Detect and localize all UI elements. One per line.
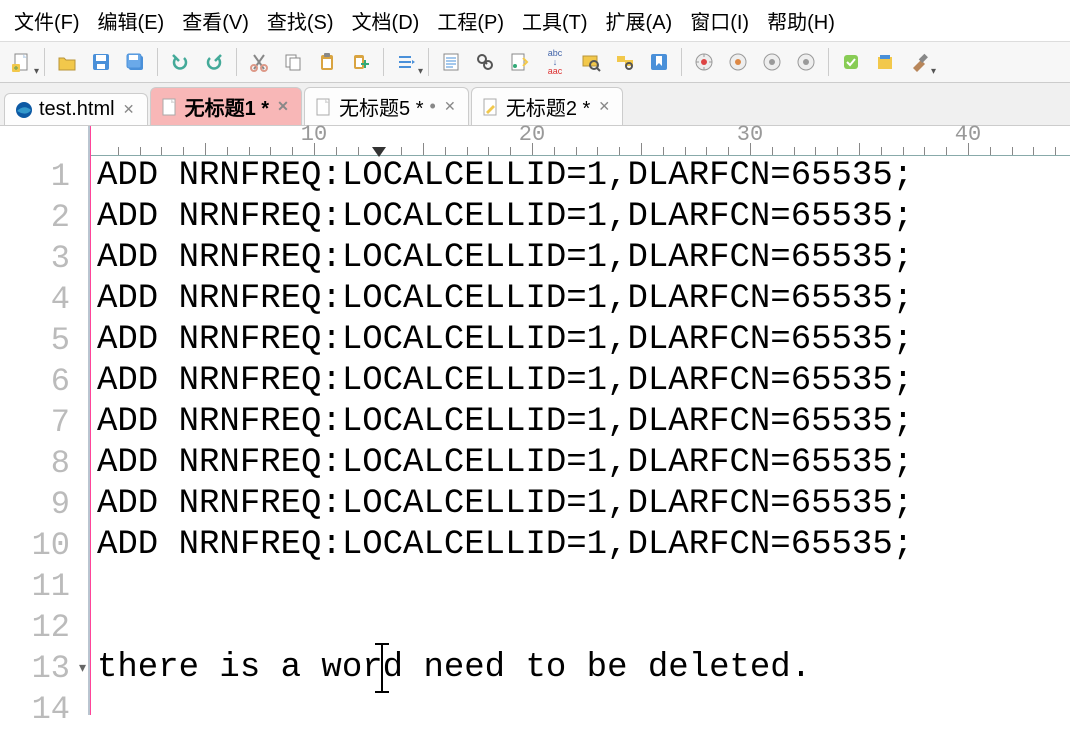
line-number: 14 xyxy=(0,689,70,730)
toolbar-separator xyxy=(383,48,384,76)
line-number: 13 xyxy=(0,648,70,689)
save-button[interactable] xyxy=(85,46,117,78)
highlight-bottom-text: aac xyxy=(548,67,563,76)
tab-untitled-5[interactable]: 无标题5 * • ✕ xyxy=(304,87,469,125)
close-icon[interactable]: ✕ xyxy=(121,102,137,118)
search-doc-button[interactable] xyxy=(575,46,607,78)
code-line[interactable]: there is a word need to be deleted. xyxy=(97,648,1070,689)
menu-bar: 文件(F) 编辑(E) 查看(V) 查找(S) 文档(D) 工程(P) 工具(T… xyxy=(0,0,1070,42)
menu-document[interactable]: 文档(D) xyxy=(346,4,426,37)
tab-untitled-1[interactable]: 无标题1 * ✕ xyxy=(150,87,302,125)
toolbar-separator xyxy=(828,48,829,76)
toolbar-separator xyxy=(157,48,158,76)
tab-label: 无标题1 * xyxy=(185,92,269,121)
code-line[interactable] xyxy=(97,566,1070,607)
run-3-button[interactable] xyxy=(756,46,788,78)
line-number: 3 xyxy=(0,238,70,279)
line-number: 1 xyxy=(0,156,70,197)
code-line[interactable] xyxy=(97,689,1070,730)
menu-edit[interactable]: 编辑(E) xyxy=(92,4,171,37)
new-file-button[interactable] xyxy=(6,46,38,78)
find-replace-button[interactable] xyxy=(503,46,535,78)
close-icon[interactable]: ✕ xyxy=(275,99,291,115)
line-number: 9 xyxy=(0,484,70,525)
dirty-icon: • xyxy=(430,96,436,117)
copy-button[interactable] xyxy=(277,46,309,78)
cut-button[interactable] xyxy=(243,46,275,78)
file-icon xyxy=(161,98,179,116)
docs-button[interactable] xyxy=(869,46,901,78)
tab-bar: test.html ✕ 无标题1 * ✕ 无标题5 * • ✕ 无标题2 * ✕ xyxy=(0,83,1070,126)
tab-label: 无标题5 * xyxy=(339,92,423,121)
toolbar-separator xyxy=(44,48,45,76)
line-number: 2 xyxy=(0,197,70,238)
line-number: 12 xyxy=(0,607,70,648)
code-line[interactable]: ADD NRNFREQ:LOCALCELLID=1,DLARFCN=65535; xyxy=(97,402,1070,443)
editor-area: 10203040 123456789101112▾1314 ADD NRNFRE… xyxy=(0,126,1070,715)
search-proj-button[interactable] xyxy=(609,46,641,78)
run-4-button[interactable] xyxy=(790,46,822,78)
toolbar-separator xyxy=(236,48,237,76)
tab-untitled-2[interactable]: 无标题2 * ✕ xyxy=(471,87,623,125)
open-button[interactable] xyxy=(51,46,83,78)
code-line[interactable]: ADD NRNFREQ:LOCALCELLID=1,DLARFCN=65535; xyxy=(97,361,1070,402)
run-1-button[interactable] xyxy=(688,46,720,78)
bookmark-button[interactable] xyxy=(643,46,675,78)
fold-icon[interactable]: ▾ xyxy=(79,660,86,677)
code-line[interactable]: ADD NRNFREQ:LOCALCELLID=1,DLARFCN=65535; xyxy=(97,443,1070,484)
code-line[interactable]: ADD NRNFREQ:LOCALCELLID=1,DLARFCN=65535; xyxy=(97,238,1070,279)
code-line[interactable]: ADD NRNFREQ:LOCALCELLID=1,DLARFCN=65535; xyxy=(97,484,1070,525)
line-gutter: 123456789101112▾1314 xyxy=(0,126,90,715)
line-ops-button[interactable] xyxy=(390,46,422,78)
menu-view[interactable]: 查看(V) xyxy=(176,4,255,37)
run-2-button[interactable] xyxy=(722,46,754,78)
pencil-icon xyxy=(482,98,500,116)
doc-props-button[interactable] xyxy=(435,46,467,78)
undo-button[interactable] xyxy=(164,46,196,78)
file-icon xyxy=(315,98,333,116)
menu-tools[interactable]: 工具(T) xyxy=(516,4,594,37)
line-number: 5 xyxy=(0,320,70,361)
line-number: 6 xyxy=(0,361,70,402)
toolbar-separator xyxy=(428,48,429,76)
code-line[interactable]: ADD NRNFREQ:LOCALCELLID=1,DLARFCN=65535; xyxy=(97,320,1070,361)
code-line[interactable]: ADD NRNFREQ:LOCALCELLID=1,DLARFCN=65535; xyxy=(97,156,1070,197)
menu-extensions[interactable]: 扩展(A) xyxy=(600,4,679,37)
highlight-button[interactable]: abc↓aac xyxy=(537,46,573,78)
tab-label: 无标题2 * xyxy=(506,92,590,121)
code-line[interactable]: ADD NRNFREQ:LOCALCELLID=1,DLARFCN=65535; xyxy=(97,525,1070,566)
paste-button[interactable] xyxy=(311,46,343,78)
find-button[interactable] xyxy=(469,46,501,78)
edge-icon xyxy=(15,101,33,119)
text-cursor-icon xyxy=(381,643,383,693)
line-number: 4 xyxy=(0,279,70,320)
tab-label: test.html xyxy=(39,98,115,121)
menu-search[interactable]: 查找(S) xyxy=(261,4,340,37)
menu-file[interactable]: 文件(F) xyxy=(8,4,86,37)
menu-window[interactable]: 窗口(I) xyxy=(684,4,755,37)
code-area[interactable]: ADD NRNFREQ:LOCALCELLID=1,DLARFCN=65535;… xyxy=(90,126,1070,715)
code-line[interactable] xyxy=(97,607,1070,648)
line-number: 8 xyxy=(0,443,70,484)
build-button[interactable] xyxy=(903,46,935,78)
line-number: 7 xyxy=(0,402,70,443)
close-icon[interactable]: ✕ xyxy=(442,99,458,115)
line-number: 11 xyxy=(0,566,70,607)
tab-test-html[interactable]: test.html ✕ xyxy=(4,93,148,125)
group-button[interactable] xyxy=(835,46,867,78)
menu-help[interactable]: 帮助(H) xyxy=(761,4,841,37)
code-line[interactable]: ADD NRNFREQ:LOCALCELLID=1,DLARFCN=65535; xyxy=(97,279,1070,320)
toolbar-separator xyxy=(681,48,682,76)
save-all-button[interactable] xyxy=(119,46,151,78)
redo-button[interactable] xyxy=(198,46,230,78)
toolbar: abc↓aac xyxy=(0,42,1070,83)
line-number: 10 xyxy=(0,525,70,566)
paste-append-button[interactable] xyxy=(345,46,377,78)
close-icon[interactable]: ✕ xyxy=(596,99,612,115)
menu-project[interactable]: 工程(P) xyxy=(431,4,510,37)
code-line[interactable]: ADD NRNFREQ:LOCALCELLID=1,DLARFCN=65535; xyxy=(97,197,1070,238)
